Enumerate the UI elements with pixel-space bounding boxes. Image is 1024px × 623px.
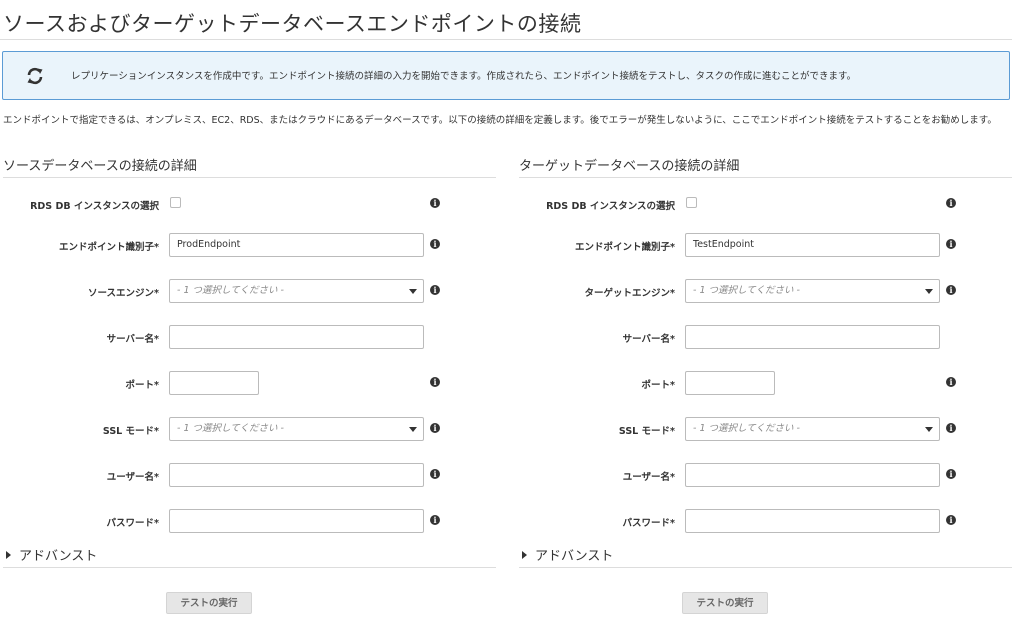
engine-label: ターゲットエンジン* [584,288,675,299]
source-panel: ソースデータベースの接続の詳細 RDS DB インスタンスの選択 i エンドポイ… [3,152,497,622]
info-icon[interactable]: i [430,423,440,433]
port-label: ポート* [641,380,675,391]
username-row: ユーザー名* i [519,463,1013,489]
port-label: ポート* [125,380,159,391]
endpoint-id-row: エンドポイント識別子* TestEndpoint i [519,233,1013,259]
page-title: ソースおよびターゲットデータベースエンドポイントの接続 [3,12,582,36]
triangle-right-icon [522,551,527,559]
rds-instance-checkbox[interactable] [686,197,697,208]
port-input[interactable] [685,371,775,395]
advanced-toggle[interactable]: アドバンスト [3,545,97,564]
endpoint-id-row: エンドポイント識別子* ProdEndpoint i [3,233,497,259]
password-input[interactable] [685,509,940,533]
server-input[interactable] [169,325,424,349]
password-row: パスワード* i [519,509,1013,535]
server-row: サーバー名* [519,325,1013,351]
server-label: サーバー名* [622,334,675,345]
ssl-row: SSL モード* - 1 つ選択してください - i [3,417,497,443]
port-row: ポート* i [3,371,497,397]
intro-text: エンドポイントで指定できるは、オンプレミス、EC2、RDS、またはクラウドにある… [3,115,997,126]
advanced-divider [519,567,1012,568]
info-icon[interactable]: i [946,285,956,295]
username-label: ユーザー名* [622,472,675,483]
username-row: ユーザー名* i [3,463,497,489]
engine-select-value: - 1 つ選択してください - [177,285,284,296]
engine-label: ソースエンジン* [88,288,159,299]
rds-instance-label: RDS DB インスタンスの選択 [546,201,675,212]
port-row: ポート* i [519,371,1013,397]
engine-row: ソースエンジン* - 1 つ選択してください - i [3,279,497,305]
ssl-select-value: - 1 つ選択してください - [693,423,800,434]
advanced-divider [3,567,496,568]
chevron-down-icon [925,427,933,432]
info-icon[interactable]: i [946,469,956,479]
username-input[interactable] [169,463,424,487]
engine-select[interactable]: - 1 つ選択してください - [169,279,424,303]
server-input[interactable] [685,325,940,349]
info-icon[interactable]: i [946,515,956,525]
username-input[interactable] [685,463,940,487]
run-test-button[interactable]: テストの実行 [166,592,252,614]
banner-message: レプリケーションインスタンスを作成中です。エンドポイント接続の詳細の入力を開始で… [71,71,857,82]
ssl-row: SSL モード* - 1 つ選択してください - i [519,417,1013,443]
password-input[interactable] [169,509,424,533]
ssl-select-value: - 1 つ選択してください - [177,423,284,434]
engine-row: ターゲットエンジン* - 1 つ選択してください - i [519,279,1013,305]
advanced-label: アドバンスト [19,549,98,564]
endpoint-id-label: エンドポイント識別子* [59,242,159,253]
port-input[interactable] [169,371,259,395]
chevron-down-icon [409,427,417,432]
info-icon[interactable]: i [946,239,956,249]
engine-select-value: - 1 つ選択してください - [693,285,800,296]
username-label: ユーザー名* [106,472,159,483]
engine-select[interactable]: - 1 つ選択してください - [685,279,940,303]
chevron-down-icon [409,289,417,294]
rds-instance-label: RDS DB インスタンスの選択 [30,201,159,212]
info-icon[interactable]: i [946,423,956,433]
endpoint-id-input[interactable]: ProdEndpoint [169,233,424,257]
endpoint-id-input[interactable]: TestEndpoint [685,233,940,257]
ssl-select[interactable]: - 1 つ選択してください - [169,417,424,441]
chevron-down-icon [925,289,933,294]
rds-instance-row: RDS DB インスタンスの選択 i [519,192,1013,218]
ssl-label: SSL モード* [618,426,675,437]
server-label: サーバー名* [106,334,159,345]
section-title: ターゲットデータベースの接続の詳細 [519,159,740,174]
advanced-toggle[interactable]: アドバンスト [519,545,613,564]
info-icon[interactable]: i [430,377,440,387]
rds-instance-row: RDS DB インスタンスの選択 i [3,192,497,218]
run-test-button[interactable]: テストの実行 [682,592,768,614]
password-label: パスワード* [106,518,159,529]
password-label: パスワード* [622,518,675,529]
refresh-icon [27,67,43,85]
info-icon[interactable]: i [430,469,440,479]
server-row: サーバー名* [3,325,497,351]
advanced-label: アドバンスト [535,549,614,564]
ssl-label: SSL モード* [102,426,159,437]
section-title: ソースデータベースの接続の詳細 [3,159,197,174]
info-icon[interactable]: i [430,198,440,208]
section-divider [3,177,496,178]
triangle-right-icon [6,551,11,559]
info-icon[interactable]: i [946,198,956,208]
section-divider [519,177,1012,178]
info-icon[interactable]: i [946,377,956,387]
password-row: パスワード* i [3,509,497,535]
rds-instance-checkbox[interactable] [170,197,181,208]
ssl-select[interactable]: - 1 つ選択してください - [685,417,940,441]
info-banner: レプリケーションインスタンスを作成中です。エンドポイント接続の詳細の入力を開始で… [2,51,1010,100]
target-panel: ターゲットデータベースの接続の詳細 RDS DB インスタンスの選択 i エンド… [519,152,1013,622]
info-icon[interactable]: i [430,239,440,249]
title-divider [0,39,1012,40]
info-icon[interactable]: i [430,515,440,525]
endpoint-id-label: エンドポイント識別子* [575,242,675,253]
info-icon[interactable]: i [430,285,440,295]
